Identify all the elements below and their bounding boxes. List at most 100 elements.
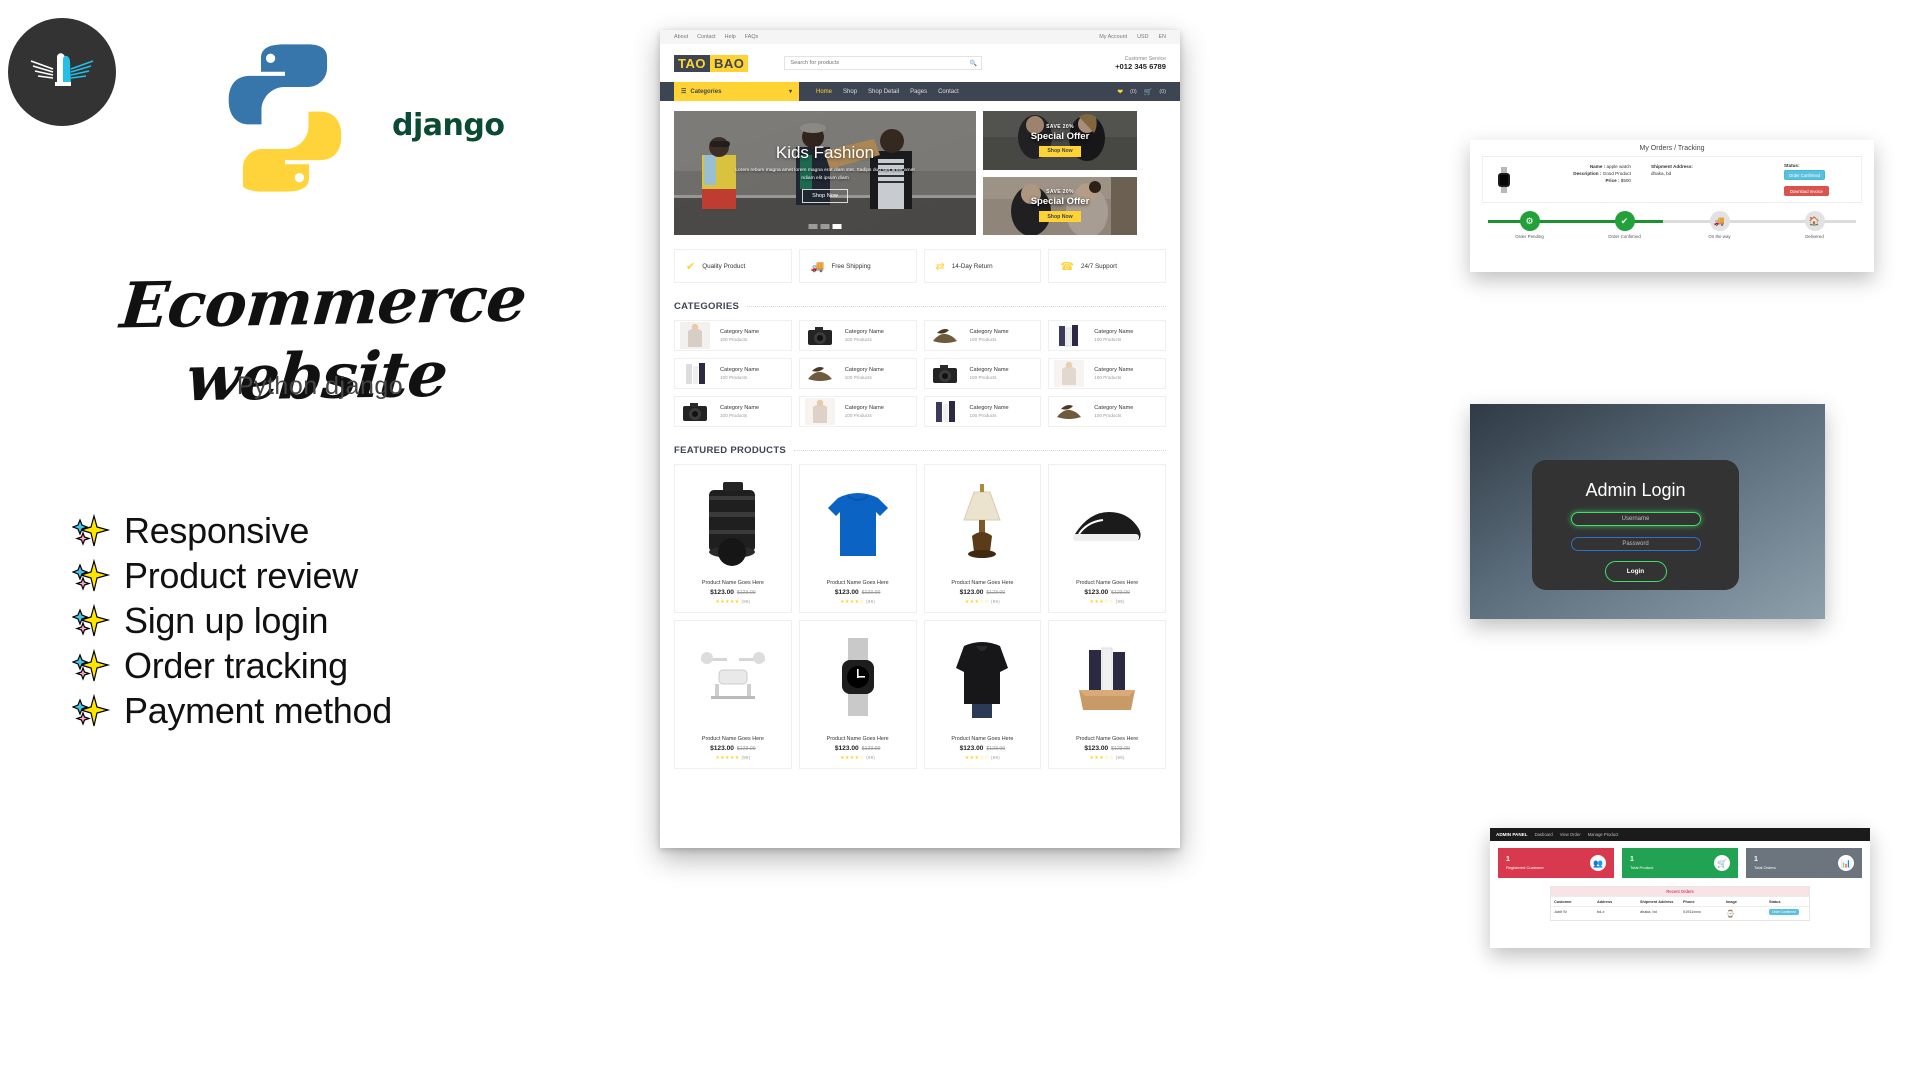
search-input[interactable] (790, 60, 977, 66)
shipment-address-value: dhaka, bd (1651, 171, 1672, 177)
category-count: 100 Products (1094, 337, 1122, 342)
login-button[interactable]: Login (1604, 561, 1667, 582)
users-icon: 👥 (1590, 855, 1606, 871)
site-logo[interactable]: TAO BAO (674, 54, 749, 72)
utility-bar: About Contact Help FAQs My Account USD E… (660, 30, 1180, 44)
nav-links: Home Shop Shop Detail Pages Contact (816, 89, 959, 95)
category-card[interactable]: Category Name 100 Products (1048, 358, 1166, 389)
category-thumbnail (1049, 359, 1089, 388)
product-card[interactable]: Product Name Goes Here $123.00 $123.00 ★★… (798, 464, 917, 613)
category-card[interactable]: Category Name 100 Products (674, 358, 792, 389)
category-card[interactable]: Category Name 100 Products (798, 320, 917, 351)
language-dropdown[interactable]: EN (1159, 34, 1167, 40)
stat-value: 1 (1506, 855, 1510, 863)
topbar-link-faqs[interactable]: FAQs (745, 34, 758, 40)
cart-icon[interactable]: 🛒 (1144, 88, 1153, 96)
table-header-cell: Address (1594, 896, 1637, 906)
hero-shop-now-button[interactable]: Shop Now (802, 189, 848, 204)
bird-wing-logo-icon (30, 53, 94, 86)
product-name: Product Name Goes Here (1076, 736, 1139, 742)
category-card[interactable]: Category Name 100 Products (923, 396, 1042, 427)
category-thumbnail (1049, 321, 1089, 350)
hamburger-icon: ☰ (681, 89, 687, 95)
watch-icon (1487, 163, 1521, 196)
section-divider (747, 306, 1166, 307)
nav-link-contact[interactable]: Contact (938, 89, 959, 95)
product-rating: ★★★★★ (99) (715, 599, 751, 605)
product-card[interactable]: Product Name Goes Here $123.00 $123.00 ★★… (923, 620, 1042, 769)
search-bar[interactable]: 🔍 (784, 56, 983, 70)
feature-card-support: ☎ 24/7 Support (1048, 249, 1166, 283)
username-field[interactable]: Username (1570, 512, 1701, 526)
nav-link-home[interactable]: Home (816, 89, 832, 95)
currency-dropdown[interactable]: USD (1137, 34, 1148, 40)
carousel-dot-active[interactable] (832, 224, 842, 229)
cell-status: Order Confirmed (1766, 906, 1809, 920)
topbar-link-help[interactable]: Help (725, 34, 736, 40)
product-card[interactable]: Product Name Goes Here $123.00 $123.00 ★★… (923, 464, 1042, 613)
home-icon: 🏠 (1804, 211, 1825, 231)
page-subtitle: Python django (236, 372, 404, 400)
stat-card-products[interactable]: 1 Total Product 🛒 (1622, 848, 1738, 878)
product-card[interactable]: Product Name Goes Here $123.00 $123.00 ★★… (674, 620, 792, 769)
hero-carousel[interactable]: Kids Fashion Lorem rebum magna amet lore… (674, 111, 976, 235)
category-thumbnail (800, 321, 840, 350)
feature-label: Sign up login (124, 599, 329, 641)
nav-link-shop[interactable]: Shop (843, 89, 857, 95)
carousel-dot[interactable] (808, 224, 818, 229)
topbar-link-about[interactable]: About (674, 34, 688, 40)
search-icon[interactable]: 🔍 (970, 60, 977, 67)
tracking-step: 🚚 On the way (1672, 211, 1767, 239)
product-name: Product Name Goes Here (826, 736, 889, 742)
category-thumbnail (925, 397, 965, 426)
hero-title: Kids Fashion (775, 142, 875, 162)
watch-icon: ⌚ (1726, 910, 1735, 918)
product-card[interactable]: Product Name Goes Here $123.00 $123.00 ★★… (798, 620, 917, 769)
carousel-indicators[interactable] (808, 224, 842, 229)
stat-card-orders[interactable]: 1 Total Orders 📊 (1746, 848, 1862, 878)
category-card[interactable]: Category Name 100 Products (674, 320, 792, 351)
admin-nav-manage-product[interactable]: Manage Product (1588, 832, 1619, 837)
nav-link-pages[interactable]: Pages (910, 89, 927, 95)
nav-link-shop-detail[interactable]: Shop Detail (868, 89, 899, 95)
product-name: Product Name Goes Here (701, 580, 764, 586)
admin-nav-dashboard[interactable]: Dasboard (1535, 832, 1553, 837)
topbar-link-contact[interactable]: Contact (697, 34, 716, 40)
django-wordmark: django (392, 108, 505, 143)
product-card[interactable]: Product Name Goes Here $123.00 $123.00 ★★… (1048, 464, 1166, 613)
password-field[interactable]: Password (1570, 537, 1701, 551)
category-card[interactable]: Category Name 100 Products (798, 358, 917, 389)
promo-banner-2[interactable]: SAVE 20% Special Offer Shop Now (983, 176, 1137, 235)
product-card[interactable]: Product Name Goes Here $123.00 $123.00 ★★… (1048, 620, 1166, 769)
sparkles-icon (72, 558, 124, 593)
carousel-dot[interactable] (820, 224, 830, 229)
category-card[interactable]: Category Name 100 Products (674, 396, 792, 427)
category-count: 100 Products (844, 413, 872, 418)
category-card[interactable]: Category Name 100 Products (923, 320, 1042, 351)
category-thumbnail (800, 359, 840, 388)
wishlist-icon[interactable]: ❤ (1117, 88, 1123, 96)
category-card[interactable]: Category Name 100 Products (1048, 320, 1166, 351)
category-card[interactable]: Category Name 100 Products (1048, 396, 1166, 427)
category-name: Category Name (1094, 329, 1134, 335)
promo-shop-now-button[interactable]: Shop Now (1039, 145, 1081, 157)
product-image (675, 465, 791, 575)
category-card[interactable]: Category Name 100 Products (923, 358, 1042, 389)
tracking-step-label: On the way (1708, 234, 1731, 239)
tracking-price-label: Price : (1605, 178, 1620, 184)
promo-shop-now-button[interactable]: Shop Now (1039, 211, 1081, 223)
download-invoice-button[interactable]: Download Invoice (1783, 186, 1829, 196)
feature-item: Order tracking (72, 643, 632, 688)
categories-dropdown-button[interactable]: ☰ Categories ▾ (674, 82, 799, 101)
category-card[interactable]: Category Name 100 Products (798, 396, 917, 427)
admin-nav-view-order[interactable]: View Order (1560, 832, 1581, 837)
promo-banner-1[interactable]: SAVE 20% Special Offer Shop Now (983, 111, 1137, 170)
tracking-step-label: Order Pending (1515, 234, 1544, 239)
tracking-step: 🏠 Delivered (1767, 211, 1862, 239)
admin-navbar: ADMIN PANEL Dasboard View Order Manage P… (1490, 828, 1870, 841)
my-account-dropdown[interactable]: My Account (1099, 34, 1127, 40)
check-icon: ✔ (1614, 211, 1635, 231)
category-name: Category Name (969, 329, 1009, 335)
product-card[interactable]: Product Name Goes Here $123.00 $123.00 ★★… (674, 464, 792, 613)
stat-card-customers[interactable]: 1 Registered Customer 👥 (1498, 848, 1614, 878)
